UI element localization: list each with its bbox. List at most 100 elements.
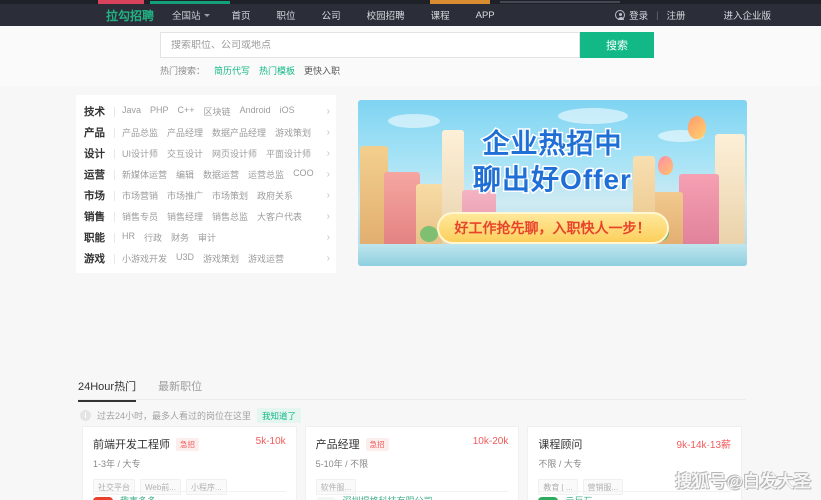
category-tag-link[interactable]: 游戏策划: [203, 252, 239, 265]
category-tag-link[interactable]: 产品经理: [167, 126, 203, 139]
category-row[interactable]: 销售销售专员销售经理销售总监大客户代表›: [76, 206, 336, 227]
category-tag-link[interactable]: HR: [122, 231, 135, 244]
chevron-right-icon[interactable]: ›: [323, 211, 330, 222]
category-tag-link[interactable]: 政府关系: [257, 189, 293, 202]
company-text: 趣事多多移动互联网 / 未融资 / 成都·高新区: [120, 495, 248, 500]
category-row[interactable]: 职能HR行政财务审计›: [76, 227, 336, 248]
category-tag-link[interactable]: 市场营销: [122, 189, 158, 202]
page-root: 拉勾招聘 全国站 首页 职位 公司 校园招聘 课程 APP 登录 | 注册 进入…: [0, 0, 821, 500]
category-tag-link[interactable]: 数据产品经理: [212, 126, 266, 139]
nav-item-app[interactable]: APP: [476, 10, 495, 21]
job-card[interactable]: 产品经理急招10k-20k5-10年 / 不限软件服...堤深圳堤格科技有限公司…: [305, 426, 520, 500]
category-tag-link[interactable]: 审计: [198, 231, 216, 244]
category-tag-link[interactable]: iOS: [280, 105, 295, 118]
chevron-right-icon[interactable]: ›: [323, 190, 330, 201]
search-input-wrapper[interactable]: [160, 32, 580, 58]
top-navigation-bar: 拉勾招聘 全国站 首页 职位 公司 校园招聘 课程 APP 登录 | 注册 进入…: [0, 4, 821, 26]
category-tag-link[interactable]: 市场推广: [167, 189, 203, 202]
category-tag-link[interactable]: 产品总监: [122, 126, 158, 139]
banner-headline-line2: 聊出好Offer: [473, 158, 632, 198]
hot-search-item-1[interactable]: 热门模板: [259, 64, 295, 77]
category-name: 技术: [84, 104, 114, 119]
chevron-right-icon[interactable]: ›: [323, 106, 330, 117]
chevron-down-icon: [204, 14, 210, 17]
hot-search-item-2[interactable]: 更快入职: [304, 64, 340, 77]
job-card[interactable]: 前端开发工程师急招5k-10k1-3年 / 大专社交平台Web前...小程序..…: [82, 426, 297, 500]
city-selector[interactable]: 全国站: [172, 8, 210, 22]
hot-search-row: 热门搜索： 简历代写 热门模板 更快入职: [160, 64, 340, 77]
category-divider: [114, 254, 115, 264]
search-input[interactable]: [171, 40, 579, 51]
search-button[interactable]: 搜索: [580, 32, 654, 58]
job-tag: Web前...: [140, 479, 181, 495]
dismiss-notice-button[interactable]: 我知道了: [257, 408, 301, 423]
category-tag-link[interactable]: 销售专员: [122, 210, 158, 223]
company-name[interactable]: 深圳堤格科技有限公司: [343, 495, 471, 500]
category-tag-link[interactable]: U3D: [176, 252, 194, 265]
category-tag-link[interactable]: 大客户代表: [257, 210, 302, 223]
category-divider: [114, 212, 115, 222]
job-company[interactable]: 云云巨石教育 | 培训 / 不需要融资 / 南京·建邺区: [538, 495, 708, 500]
category-tag-link[interactable]: 行政: [144, 231, 162, 244]
category-tag-link[interactable]: 网页设计师: [212, 147, 257, 160]
category-tag-link[interactable]: 游戏运营: [248, 252, 284, 265]
category-tag-link[interactable]: 交互设计: [167, 147, 203, 160]
category-tag-link[interactable]: 市场策划: [212, 189, 248, 202]
job-tags: 软件服...: [316, 479, 509, 495]
category-row[interactable]: 技术 Java PHP C++ 区块链 Android iOS ›: [76, 101, 336, 122]
category-tag-link[interactable]: 平面设计师: [266, 147, 311, 160]
category-tag-link[interactable]: 游戏策划: [275, 126, 311, 139]
enterprise-edition-link[interactable]: 进入企业版: [723, 8, 771, 22]
nav-item-courses[interactable]: 课程: [431, 8, 450, 22]
category-tag-link[interactable]: Android: [240, 105, 271, 118]
company-name[interactable]: 趣事多多: [120, 495, 248, 500]
job-company[interactable]: 趣趣事多多移动互联网 / 未融资 / 成都·高新区: [93, 495, 248, 500]
job-title[interactable]: 前端开发工程师: [93, 436, 170, 452]
category-tag-link[interactable]: 财务: [171, 231, 189, 244]
category-tag-link[interactable]: C++: [178, 105, 195, 118]
job-tag: 社交平台: [93, 479, 135, 495]
category-tag-link[interactable]: PHP: [150, 105, 169, 118]
category-tag-link[interactable]: 销售经理: [167, 210, 203, 223]
promo-banner[interactable]: 企业热招中 聊出好Offer 好工作抢先聊，入职快人一步！: [358, 100, 747, 266]
chevron-right-icon[interactable]: ›: [323, 232, 330, 243]
chevron-right-icon[interactable]: ›: [323, 148, 330, 159]
login-link[interactable]: 登录: [629, 8, 648, 22]
category-tag-link[interactable]: 运营总监: [248, 168, 284, 181]
category-row[interactable]: 运营新媒体运营编辑数据运营运营总监COO›: [76, 164, 336, 185]
nav-item-campus[interactable]: 校园招聘: [367, 8, 405, 22]
company-text: 云巨石教育 | 培训 / 不需要融资 / 南京·建邺区: [565, 495, 708, 500]
job-company[interactable]: 堤深圳堤格科技有限公司移动互联网 / 天使轮 / 深圳·科技园: [316, 495, 471, 500]
category-row[interactable]: 游戏小游戏开发U3D游戏策划游戏运营›: [76, 248, 336, 269]
job-card[interactable]: 课程顾问9k-14k·13薪不限 / 大专教育 | ...营销服...云云巨石教…: [527, 426, 742, 500]
category-row[interactable]: 产品产品总监产品经理数据产品经理游戏策划›: [76, 122, 336, 143]
category-tag-link[interactable]: 小游戏开发: [122, 252, 167, 265]
hot-search-label: 热门搜索：: [160, 64, 205, 77]
nav-right-group: 登录 | 注册 进入企业版: [615, 4, 821, 26]
chevron-right-icon[interactable]: ›: [323, 169, 330, 180]
job-title[interactable]: 课程顾问: [538, 436, 582, 452]
category-row[interactable]: 设计UI设计师交互设计网页设计师平面设计师›: [76, 143, 336, 164]
jobs-notice: i 过去24小时，最多人看过的岗位在这里 我知道了: [80, 408, 301, 423]
category-row[interactable]: 市场市场营销市场推广市场策划政府关系›: [76, 185, 336, 206]
nav-item-jobs[interactable]: 职位: [277, 8, 296, 22]
chevron-right-icon[interactable]: ›: [323, 127, 330, 138]
category-tag-link[interactable]: 编辑: [176, 168, 194, 181]
site-logo[interactable]: 拉勾招聘: [106, 7, 154, 24]
hot-search-item-0[interactable]: 简历代写: [214, 64, 250, 77]
job-salary: 9k-14k·13薪: [677, 436, 731, 451]
category-tag-link[interactable]: 销售总监: [212, 210, 248, 223]
company-name[interactable]: 云巨石: [565, 495, 708, 500]
chevron-right-icon[interactable]: ›: [323, 253, 330, 264]
category-tags: 市场营销市场推广市场策划政府关系: [122, 189, 323, 202]
category-tag-link[interactable]: 新媒体运营: [122, 168, 167, 181]
job-title[interactable]: 产品经理: [316, 436, 360, 452]
category-tag-link[interactable]: 区块链: [204, 105, 231, 118]
nav-item-companies[interactable]: 公司: [322, 8, 341, 22]
register-link[interactable]: 注册: [666, 8, 685, 22]
category-tag-link[interactable]: COO: [293, 168, 314, 181]
nav-item-home[interactable]: 首页: [232, 8, 251, 22]
category-tag-link[interactable]: Java: [122, 105, 141, 118]
category-tag-link[interactable]: UI设计师: [122, 147, 158, 160]
category-tag-link[interactable]: 数据运营: [203, 168, 239, 181]
